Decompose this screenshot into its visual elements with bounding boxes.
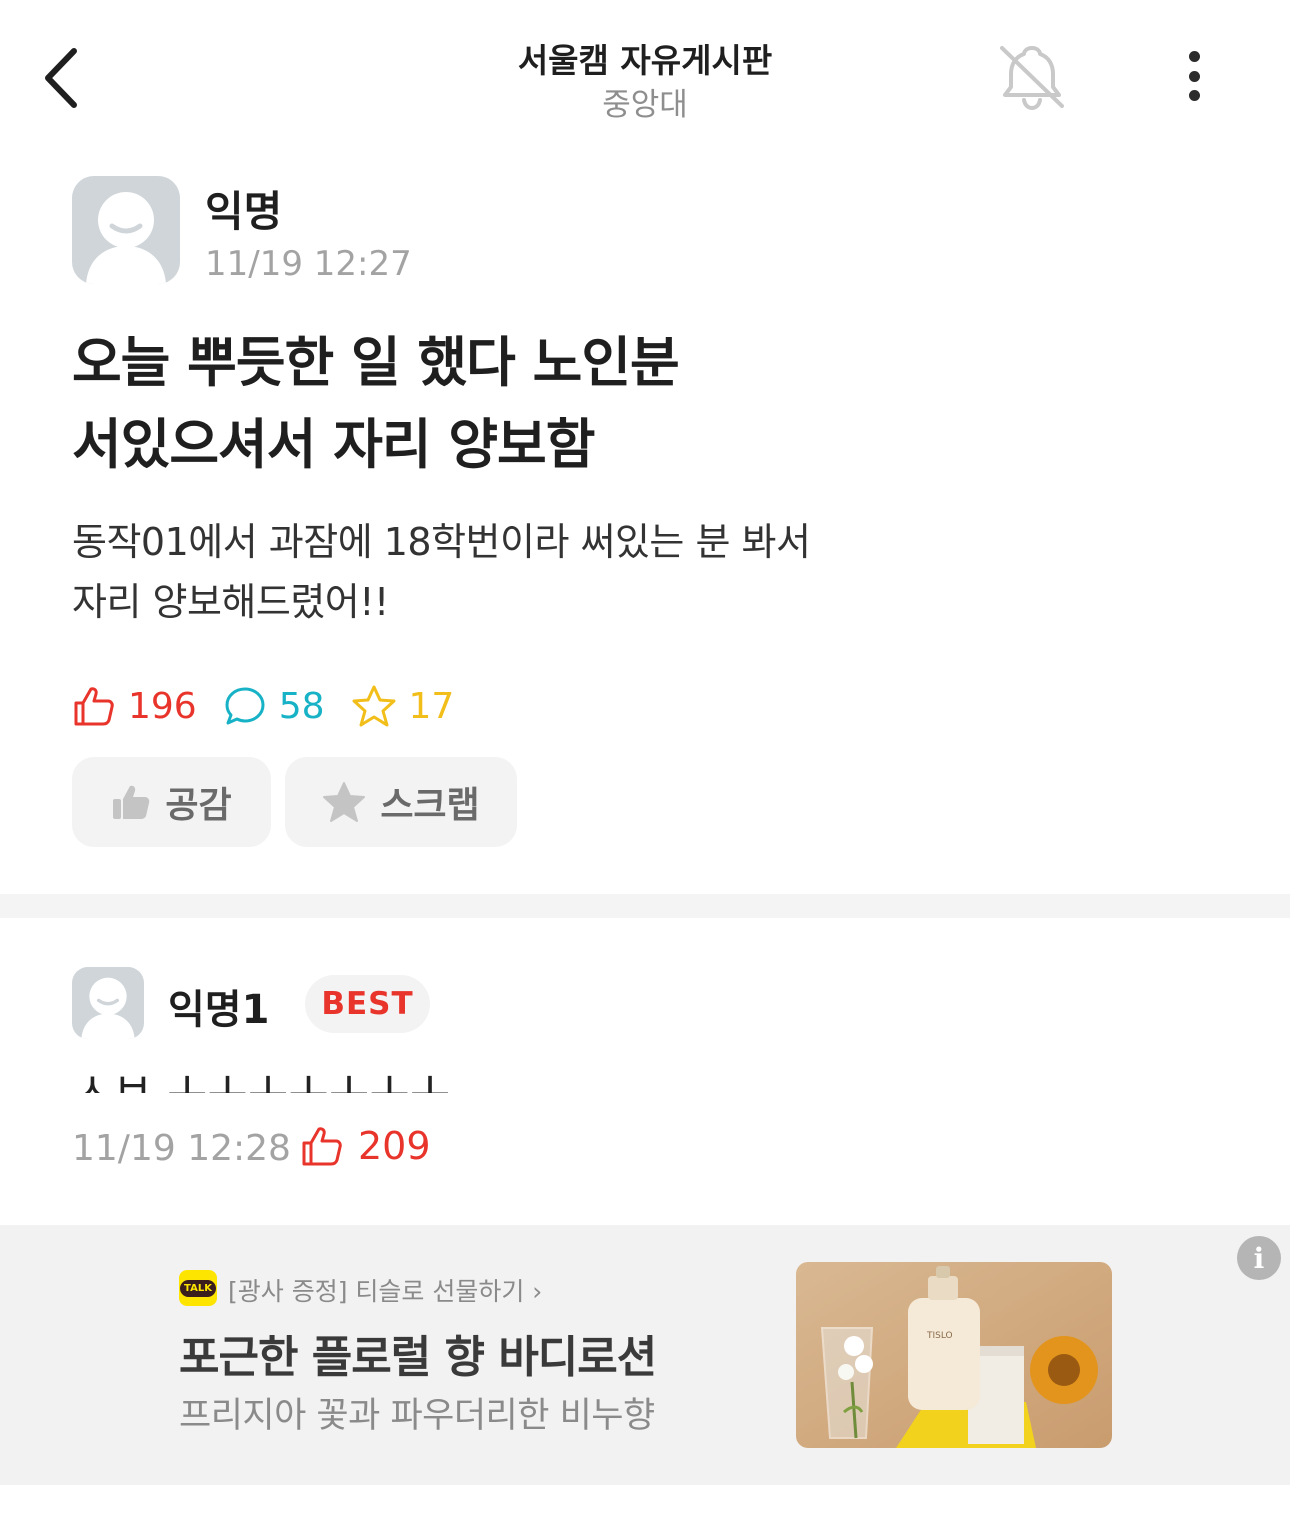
post-body-line: 동작01에서 과잠에 18학번이라 써있는 분 봐서 <box>72 520 811 564</box>
post-body: 동작01에서 과잠에 18학번이라 써있는 분 봐서 자리 양보해드렸어!! <box>72 512 1212 632</box>
comment-like-count: 209 <box>300 1124 431 1168</box>
like-button[interactable]: 공감 <box>72 757 271 847</box>
scrap-button[interactable]: 스크랩 <box>285 757 517 847</box>
comment-text-container: ㅅㅂ ㅗㅗㅗㅗㅗㅗㅗ <box>72 1060 772 1093</box>
ad-product-image[interactable]: TISLO <box>796 1262 1112 1448</box>
comment-count: 58 <box>223 684 325 728</box>
ad-description: 프리지아 꽃과 파우더리한 비누향 <box>179 1396 655 1436</box>
thumbs-up-icon <box>74 687 114 726</box>
comment-author-name: 익명1 <box>168 987 270 1033</box>
comment-like-value: 209 <box>358 1124 431 1168</box>
speech-bubble-icon <box>225 687 265 725</box>
ad-sponsor-link[interactable]: [광사 증정] 티슬로 선물하기 › <box>228 1272 542 1308</box>
product-brand-label: TISLO <box>926 1331 953 1341</box>
section-divider <box>0 894 1290 918</box>
best-badge: BEST <box>305 975 430 1033</box>
scrap-button-label: 스크랩 <box>380 785 480 826</box>
post-author-name: 익명 <box>205 187 283 236</box>
post-title: 오늘 뿌듯한 일 했다 노인분 서있으셔서 자리 양보함 <box>72 322 1212 486</box>
like-count-value: 196 <box>128 685 197 727</box>
top-bar: 서울캠 자유게시판 중앙대 <box>0 0 1290 130</box>
thumbs-up-filled-icon <box>113 785 150 819</box>
like-button-label: 공감 <box>165 785 232 826</box>
body-lotion-product-image: TISLO <box>796 1262 1112 1448</box>
post-timestamp: 11/19 12:27 <box>205 244 412 284</box>
more-vertical-icon <box>1188 51 1200 62</box>
more-options-button[interactable] <box>1170 45 1218 107</box>
comment-timestamp: 11/19 12:28 <box>72 1128 291 1169</box>
post-title-line: 오늘 뿌듯한 일 했다 노인분 <box>72 331 680 394</box>
star-filled-icon <box>323 782 366 822</box>
kakaotalk-icon: TALK <box>179 1270 217 1306</box>
talk-badge: TALK <box>180 1279 216 1297</box>
comment-author-avatar <box>72 967 144 1039</box>
notification-toggle-button[interactable] <box>996 40 1068 112</box>
back-button[interactable] <box>30 40 90 115</box>
info-icon[interactable]: i <box>1237 1236 1281 1280</box>
scrap-count: 17 <box>351 684 455 728</box>
ad-title: 포근한 플로럴 향 바디로션 <box>179 1332 657 1383</box>
post-author-avatar <box>72 176 180 284</box>
post-stats: 196 58 17 <box>72 680 480 732</box>
scrap-count-value: 17 <box>408 685 455 727</box>
post-body-line: 자리 양보해드렸어!! <box>72 580 389 624</box>
ad-banner[interactable]: i TALK [광사 증정] 티슬로 선물하기 › 포근한 플로럴 향 바디로션… <box>0 1225 1290 1485</box>
post-title-line: 서있으셔서 자리 양보함 <box>72 413 595 476</box>
comment-text: ㅅㅂ ㅗㅗㅗㅗㅗㅗㅗ <box>72 1064 451 1093</box>
comment-count-value: 58 <box>278 685 325 727</box>
school-name: 중앙대 <box>602 87 688 123</box>
like-count: 196 <box>72 684 197 728</box>
default-avatar-icon <box>81 977 135 1039</box>
board-title: 서울캠 자유게시판 <box>517 41 773 80</box>
default-avatar-icon <box>86 192 166 284</box>
chevron-left-icon <box>45 47 77 108</box>
thumbs-up-icon <box>302 1127 342 1166</box>
bell-off-icon <box>1000 46 1064 111</box>
star-icon <box>352 685 396 727</box>
